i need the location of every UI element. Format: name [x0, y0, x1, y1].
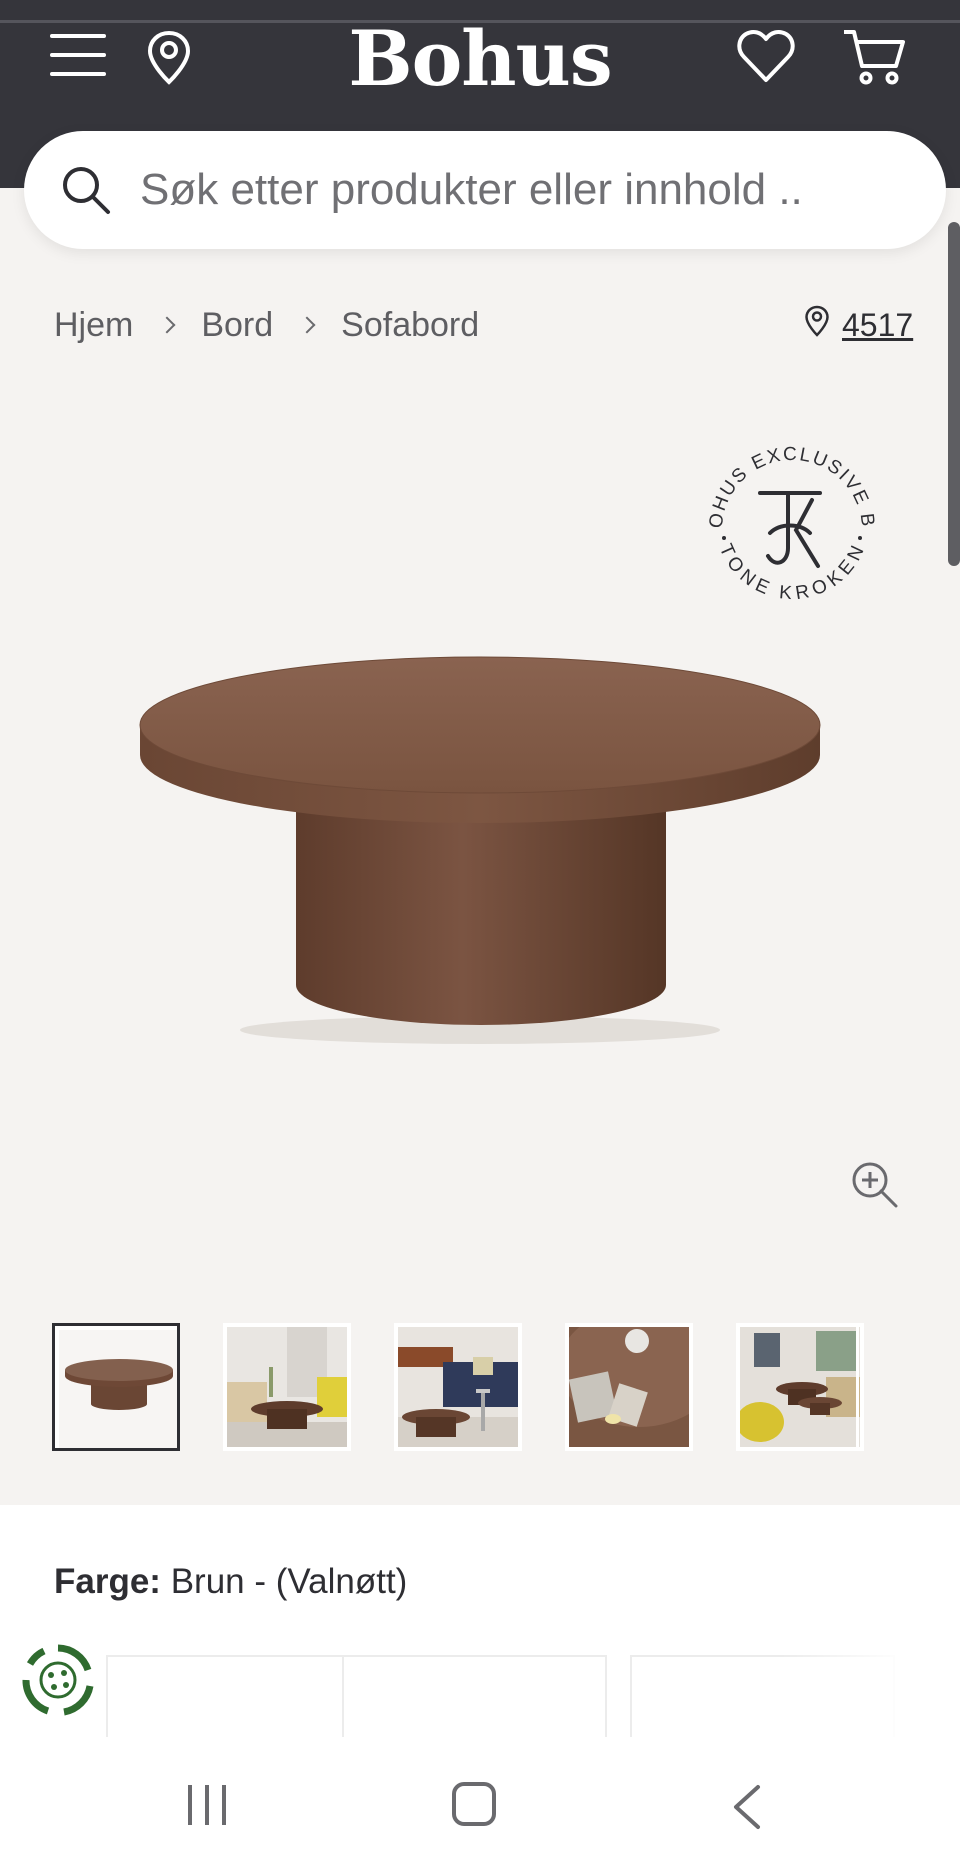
thumbnail-2[interactable] — [223, 1323, 351, 1451]
color-value: Brun - (Valnøtt) — [170, 1562, 408, 1601]
search-input[interactable]: Søk etter produkter eller innhold .. — [140, 131, 803, 249]
chevron-right-icon — [298, 316, 316, 334]
monogram-icon — [758, 491, 822, 568]
product-image[interactable] — [130, 630, 830, 1050]
search-bar[interactable]: Søk etter produkter eller innhold .. — [24, 131, 946, 249]
home-icon[interactable] — [452, 1782, 496, 1826]
search-icon — [60, 164, 112, 221]
thumbnail-3[interactable] — [394, 1323, 522, 1451]
logo[interactable]: Bohus — [0, 14, 960, 103]
chevron-right-icon — [158, 316, 176, 334]
svg-text:TONE KROKEN: TONE KROKEN — [715, 541, 870, 604]
breadcrumb-home[interactable]: Hjem — [54, 306, 133, 345]
thumbnail-4[interactable] — [565, 1323, 693, 1451]
store-number[interactable]: 4517 — [842, 307, 913, 344]
badge-bottom-text: TONE KROKEN — [715, 541, 868, 604]
scrollbar[interactable] — [948, 222, 960, 566]
store-link[interactable]: 4517 — [804, 302, 913, 348]
color-selection-label: Farge: Brun - (Valnøtt) — [54, 1562, 407, 1602]
breadcrumb-sofabord[interactable]: Sofabord — [341, 306, 479, 345]
thumbnail-5[interactable] — [736, 1323, 864, 1451]
thumbnail-1[interactable] — [52, 1323, 180, 1451]
cart-icon[interactable] — [842, 28, 906, 91]
back-icon[interactable] — [730, 1784, 762, 1835]
exclusive-badge: BOHUS EXCLUSIVE BY TONE KROKEN — [693, 422, 884, 622]
breadcrumb: Hjem Bord Sofabord — [54, 300, 479, 350]
heart-icon[interactable] — [736, 28, 796, 89]
recents-icon[interactable] — [186, 1783, 228, 1832]
zoom-in-icon[interactable] — [850, 1160, 900, 1215]
location-pin-icon — [804, 305, 830, 345]
color-label: Farge: — [54, 1562, 161, 1601]
recycle-icon[interactable] — [18, 1640, 98, 1725]
thumbnail-6-edge[interactable] — [856, 1326, 859, 1448]
breadcrumb-bord[interactable]: Bord — [201, 306, 273, 345]
